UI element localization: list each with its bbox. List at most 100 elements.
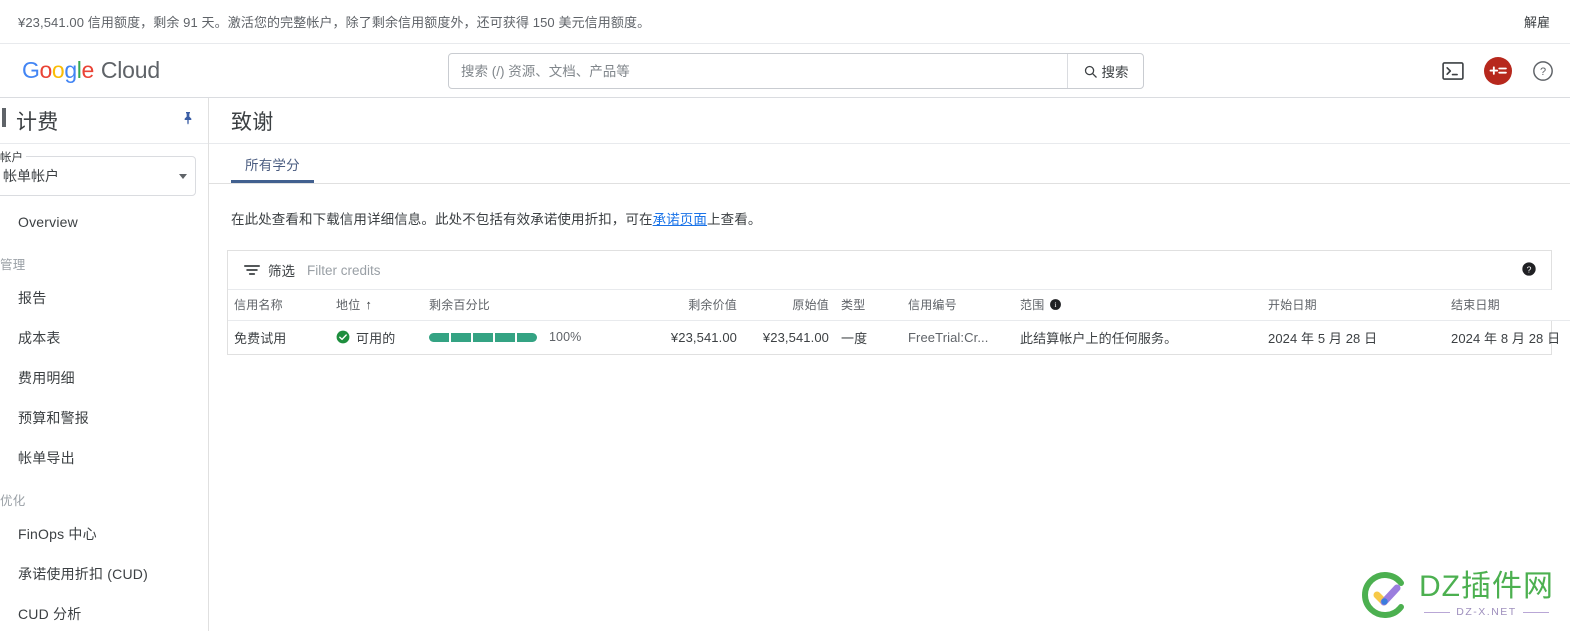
cell-end-date: 2024 年 8 月 28 日 — [1451, 330, 1561, 346]
chevron-down-icon — [179, 173, 187, 179]
filter-label[interactable]: 筛选 — [268, 260, 295, 280]
column-header-inner: 信用名称 — [234, 296, 324, 313]
column-header-label: 范围 — [1020, 298, 1045, 313]
column-header-inner: 范围 i — [1020, 296, 1256, 313]
column-header-name[interactable]: 信用名称 — [228, 290, 330, 321]
search-input[interactable] — [449, 54, 1067, 88]
column-header-inner: 剩余价值 — [641, 296, 737, 313]
column-header-inner: 结束日期 — [1451, 296, 1570, 313]
credits-table-head: 信用名称 地位 ↑ 剩余百分比 剩余价值 原始值 类型 信用编号 范围 i 开始日期 结束日期 — [228, 290, 1570, 321]
column-header-label: 信用名称 — [234, 298, 283, 313]
commitments-page-link[interactable]: 承诺页面 — [653, 212, 707, 227]
tab-all-credits[interactable]: 所有学分 — [231, 144, 314, 183]
status-badge: 可用的 — [336, 328, 417, 347]
table-row[interactable]: 免费试用 可用的 100% ¥23,541.00 ¥23,541.00 一度 FreeTri… — [228, 320, 1570, 354]
column-header-inner: 信用编号 — [908, 296, 1008, 313]
column-header-end_date[interactable]: 结束日期 — [1445, 290, 1570, 321]
sidebar-item-0[interactable]: Overview — [0, 202, 208, 242]
tab-bar: 所有学分 — [209, 144, 1570, 184]
sort-ascending-icon[interactable]: ↑ — [365, 297, 372, 312]
search-button[interactable]: 搜索 — [1067, 54, 1143, 88]
sidebar-item-3[interactable]: 成本表 — [0, 318, 208, 358]
search-icon — [1084, 65, 1097, 78]
column-header-inner: 剩余百分比 — [429, 296, 629, 313]
sidebar-item-10[interactable]: CUD 分析 — [0, 594, 208, 631]
column-header-label: 剩余百分比 — [429, 298, 491, 313]
progress-segment — [517, 332, 537, 342]
billing-sidebar: 计费 帐户 帐单帐户 Overview 管理 报告 成本表 费用明细 预算和警报 帐单导出优… — [0, 98, 209, 631]
account-avatar[interactable] — [1484, 57, 1512, 85]
table-header-row: 信用名称 地位 ↑ 剩余百分比 剩余价值 原始值 类型 信用编号 范围 i 开始日期 结束日期 — [228, 290, 1570, 321]
column-header-label: 地位 — [336, 298, 361, 313]
search-button-label: 搜索 — [1101, 65, 1129, 80]
column-header-credit_id[interactable]: 信用编号 — [902, 290, 1014, 321]
sidebar-item-4[interactable]: 费用明细 — [0, 358, 208, 398]
cell-status: 可用的 — [330, 320, 423, 354]
terminal-icon — [1442, 62, 1464, 80]
pin-icon[interactable] — [180, 110, 196, 131]
google-cloud-logo[interactable]: Google Cloud — [22, 57, 160, 84]
sidebar-header: 计费 — [0, 98, 208, 144]
global-search[interactable]: 搜索 — [448, 53, 1144, 89]
cell-type: 一度 — [841, 330, 868, 346]
credits-table-body: 免费试用 可用的 100% ¥23,541.00 ¥23,541.00 一度 FreeTri… — [228, 320, 1570, 354]
column-header-remaining_value[interactable]: 剩余价值 — [635, 290, 743, 321]
billing-account-label: 帐户 — [0, 149, 26, 165]
billing-account-value: 帐单帐户 — [3, 168, 59, 184]
cloud-shell-button[interactable] — [1440, 58, 1466, 84]
sidebar-item-2[interactable]: 报告 — [0, 278, 208, 318]
app-window: ¥23,541.00 信用额度，剩余 91 天。激活您的完整帐户，除了剩余信用额… — [0, 0, 1570, 631]
page-description: 在此处查看和下载信用详细信息。此处不包括有效承诺使用折扣，可在承诺页面上查看。 — [209, 184, 1570, 250]
column-header-label: 原始值 — [792, 298, 829, 313]
cell-credit-id: FreeTrial:Cr... — [902, 320, 1014, 354]
promo-dismiss-button[interactable]: 解雇 — [1518, 8, 1556, 35]
filter-credits-input[interactable] — [305, 261, 605, 279]
scope-text: 此结算帐户上的任何服务。 — [1020, 330, 1178, 346]
svg-text:i: i — [1055, 300, 1057, 309]
column-header-type[interactable]: 类型 — [835, 290, 902, 321]
column-header-percent[interactable]: 剩余百分比 — [423, 290, 635, 321]
filter-help-button[interactable]: ? — [1521, 261, 1537, 282]
sidebar-item-6[interactable]: 帐单导出 — [0, 438, 208, 478]
cell-credit-name: 免费试用 — [228, 320, 330, 354]
filter-bar: 筛选 ? — [228, 251, 1551, 290]
info-icon[interactable]: i — [1049, 298, 1062, 311]
status-text: 可用的 — [356, 330, 396, 346]
help-button[interactable]: ? — [1530, 58, 1556, 84]
progress-track — [429, 332, 537, 342]
column-header-scope[interactable]: 范围 i — [1014, 290, 1262, 321]
sidebar-nav-list: Overview 管理 报告 成本表 费用明细 预算和警报 帐单导出 优化 FinOps 中心承… — [0, 202, 208, 631]
avatar-glyph-icon — [1489, 66, 1507, 75]
column-header-inner: 地位 ↑ — [336, 296, 417, 313]
progress-percent-label: 100% — [549, 330, 582, 345]
column-header-inner: 原始值 — [749, 296, 829, 313]
progress-segment — [451, 332, 471, 342]
column-header-label: 剩余价值 — [688, 298, 737, 313]
column-header-status[interactable]: 地位 ↑ — [330, 290, 423, 321]
credit-name-text: 免费试用 — [234, 330, 287, 346]
cell-original-value: ¥23,541.00 — [762, 329, 829, 345]
sidebar-item-8[interactable]: FinOps 中心 — [0, 514, 208, 554]
billing-account-picker[interactable]: 帐户 帐单帐户 — [0, 149, 196, 196]
credits-table-card: 筛选 ? 信用名称 地位 ↑ 剩余百分比 剩余价值 原始值类型 信用编号 — [227, 250, 1570, 355]
page-title: 致谢 — [209, 98, 1570, 144]
sidebar-item-9[interactable]: 承诺使用折扣 (CUD) — [0, 554, 208, 594]
column-header-start_date[interactable]: 开始日期 — [1262, 290, 1445, 321]
credit-id-text: FreeTrial:Cr... — [908, 329, 989, 345]
svg-text:?: ? — [1540, 66, 1546, 78]
cell-scope: 此结算帐户上的任何服务。 — [1014, 320, 1262, 354]
description-prefix: 在此处查看和下载信用详细信息。此处不包括有效承诺使用折扣，可在 — [231, 212, 653, 227]
sidebar-item-5[interactable]: 预算和警报 — [0, 398, 208, 438]
top-app-bar: Google Cloud 搜索 (/) 资源、文档、产品等 搜索 ? — [0, 44, 1570, 98]
progress-segment — [495, 332, 515, 342]
app-bar-actions: ? — [1440, 44, 1556, 98]
sidebar-section-label: 优化 — [0, 493, 26, 508]
column-header-label: 类型 — [841, 298, 866, 313]
pin-glyph-icon — [184, 112, 192, 125]
cell-start-date: 2024 年 5 月 28 日 — [1268, 330, 1378, 346]
google-wordmark: Google — [22, 57, 94, 83]
column-header-original_value[interactable]: 原始值 — [743, 290, 835, 321]
filter-icon[interactable] — [244, 263, 260, 277]
help-filled-icon: ? — [1522, 262, 1536, 276]
column-header-inner: 类型 — [841, 296, 896, 313]
